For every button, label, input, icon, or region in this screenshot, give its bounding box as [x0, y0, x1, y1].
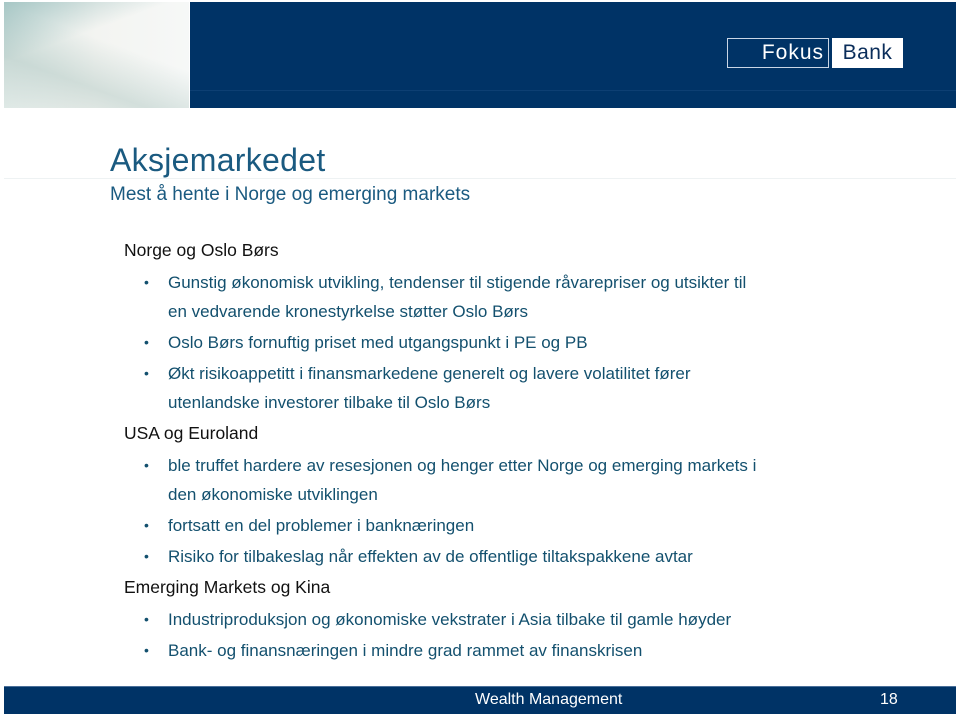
bullet-line: en vedvarende kronestyrkelse støtter Osl… [168, 302, 528, 321]
bullet-item: • Gunstig økonomisk utvikling, tendenser… [124, 268, 924, 326]
bullet-line: utenlandske investorer tilbake til Oslo … [168, 393, 491, 412]
section-norge: Norge og Oslo Børs • Gunstig økonomisk u… [124, 236, 924, 417]
page-number: 18 [880, 691, 898, 708]
bullet-icon: • [144, 611, 149, 627]
header-divider [190, 90, 956, 91]
bullet-line: ble truffet hardere av resesjonen og hen… [168, 456, 757, 475]
slide-subtitle: Mest å hente i Norge og emerging markets [110, 184, 471, 205]
bullet-item: • Bank- og finansnæringen i mindre grad … [124, 636, 924, 665]
bullet-line: Risiko for tilbakeslag når effekten av d… [168, 547, 693, 566]
bullet-icon: • [144, 642, 149, 658]
bullet-item: • Risiko for tilbakeslag når effekten av… [124, 542, 924, 571]
slide-content: Norge og Oslo Børs • Gunstig økonomisk u… [124, 236, 924, 667]
fokus-bank-logo: Fokus Bank [727, 38, 903, 71]
bullet-icon: • [144, 457, 149, 473]
bullet-item: • Industriproduksjon og økonomiske vekst… [124, 605, 924, 634]
bullet-line: den økonomiske utviklingen [168, 485, 378, 504]
title-divider [4, 178, 956, 179]
slide-title: Aksjemarkedet [110, 142, 326, 178]
bullet-line: Oslo Børs fornuftig priset med utgangspu… [168, 333, 588, 352]
bullet-item: • ble truffet hardere av resesjonen og h… [124, 451, 924, 509]
logo-bank: Bank [832, 38, 903, 68]
footer-bar: Wealth Management 18 [4, 686, 956, 714]
bullet-line: Gunstig økonomisk utvikling, tendenser t… [168, 273, 747, 292]
bullet-icon: • [144, 274, 149, 290]
section-heading: Emerging Markets og Kina [124, 577, 331, 597]
header-band: Fokus Bank [190, 2, 956, 108]
bullet-item: • fortsatt en del problemer i banknæring… [124, 511, 924, 540]
bullet-icon: • [144, 548, 149, 564]
header-photo [4, 2, 189, 108]
bullet-item: • Oslo Børs fornuftig priset med utgangs… [124, 328, 924, 357]
logo-fokus: Fokus [727, 38, 829, 68]
section-heading: USA og Euroland [124, 423, 259, 443]
bullet-line: Bank- og finansnæringen i mindre grad ra… [168, 641, 643, 660]
bullet-line: Industriproduksjon og økonomiske vekstra… [168, 610, 732, 629]
bullet-line: fortsatt en del problemer i banknæringen [168, 516, 475, 535]
section-emerging-markets: Emerging Markets og Kina • Industriprodu… [124, 573, 924, 665]
bullet-icon: • [144, 365, 149, 381]
bullet-icon: • [144, 517, 149, 533]
bullet-line: Økt risikoappetitt i finansmarkedene gen… [168, 364, 691, 383]
section-usa-euroland: USA og Euroland • ble truffet hardere av… [124, 419, 924, 571]
bullet-icon: • [144, 334, 149, 350]
bullet-item: • Økt risikoappetitt i finansmarkedene g… [124, 359, 924, 417]
footer-label: Wealth Management [475, 691, 623, 708]
section-heading: Norge og Oslo Børs [124, 240, 279, 260]
